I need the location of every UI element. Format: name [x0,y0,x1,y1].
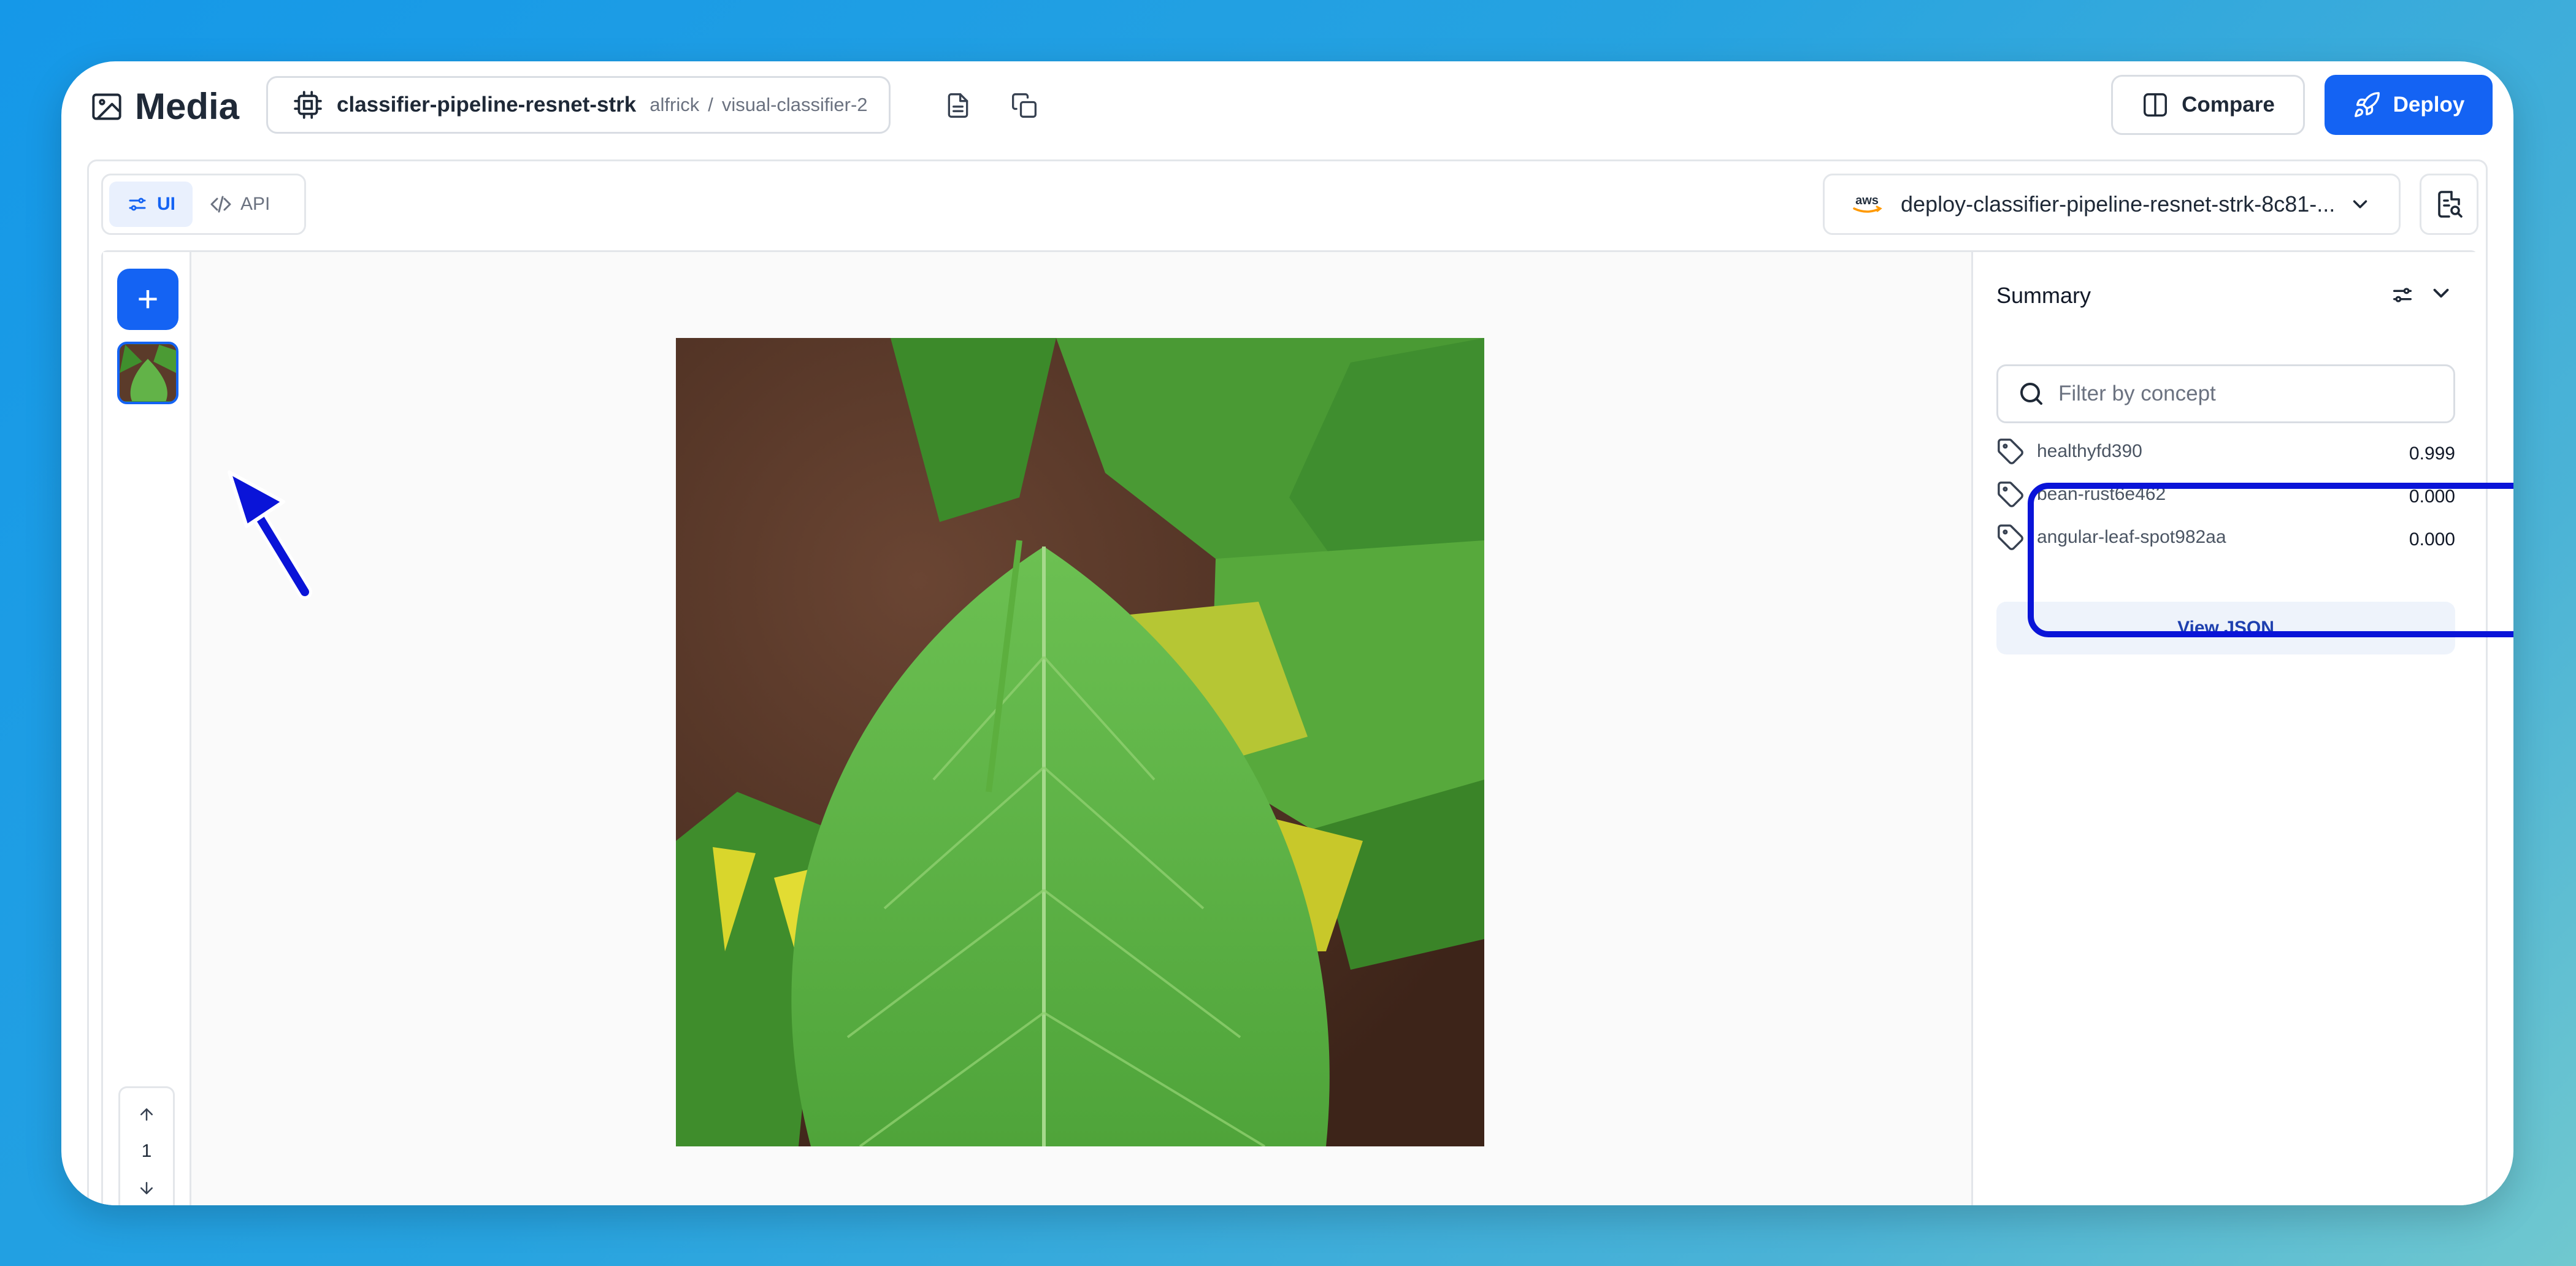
tag-icon [1998,481,2023,507]
aws-logo-icon: aws [1853,194,1882,213]
concept-score: 0.000 [2409,486,2455,507]
path-owner[interactable]: alfrick [650,94,699,115]
file-search-icon [2438,191,2463,218]
document-icon [948,93,968,118]
copy-icon [1012,93,1037,118]
concept-row: healthyfd390 0.999 [1996,430,2455,473]
view-json-button[interactable]: View JSON [1996,602,2455,654]
summary-panel: Summary healthyfd390 0.999 [1971,252,2477,1205]
columns-icon [2144,93,2168,117]
concept-list: healthyfd390 0.999 bean-rust6e462 0.000 … [1996,430,2455,559]
deployment-dropdown[interactable]: aws deploy-classifier-pipeline-resnet-st… [1823,174,2401,235]
filter-concept-input[interactable] [2057,381,2440,407]
tag-icon [1998,439,2023,464]
summary-title: Summary [1996,283,2091,308]
search-icon [2020,383,2042,405]
concept-row: bean-rust6e462 0.000 [1996,473,2455,516]
arrow-up-icon[interactable] [137,1105,156,1124]
document-button[interactable] [940,87,976,124]
chevron-down-icon [2353,200,2367,209]
image-canvas [191,252,1971,1205]
workspace-frame: UI API aws deploy-classifier-pipeline-re… [87,159,2488,1205]
concept-name: bean-rust6e462 [2037,484,2166,504]
tab-api[interactable]: API [193,182,287,227]
image-icon [92,93,121,120]
cpu-icon [294,91,322,119]
sliders-icon [129,198,146,211]
tab-api-label: API [240,194,270,214]
tab-ui-label: UI [157,194,175,214]
pipeline-path: alfrick / visual-classifier-2 [650,94,867,116]
aws-badge-text: aws [1855,194,1879,207]
chevron-down-icon[interactable] [2428,280,2454,306]
concept-row: angular-leaf-spot982aa 0.000 [1996,516,2455,559]
concept-score: 0.999 [2409,443,2455,464]
inputs-sidebar: + 1 [103,252,191,1205]
leaf-thumbnail-icon [120,345,176,401]
arrow-down-icon[interactable] [137,1179,156,1197]
rocket-icon [2354,92,2380,117]
pager: 1 [118,1086,175,1205]
settings-sliders-icon[interactable] [2390,283,2415,307]
deploy-label: Deploy [2393,93,2465,117]
pipeline-name: classifier-pipeline-resnet-strk [337,93,637,117]
tag-icon [1998,524,2023,550]
app-window: Media classifier-pipeline-resnet-strk al… [61,61,2513,1205]
pipeline-selector[interactable]: classifier-pipeline-resnet-strk alfrick /… [266,76,891,134]
tab-ui[interactable]: UI [109,182,193,227]
path-app[interactable]: visual-classifier-2 [722,94,868,115]
page-number: 1 [141,1141,152,1161]
deploy-button[interactable]: Deploy [2325,75,2493,135]
page-title: Media [135,86,240,127]
inference-workspace: + 1 Summary Filter by concept healthyfd3… [101,250,2477,1205]
add-input-button[interactable]: + [117,269,178,330]
deployment-name: deploy-classifier-pipeline-resnet-strk-8… [1901,191,2336,217]
leaf-image [676,338,1484,1146]
mode-toggle: UI API [101,174,306,235]
input-thumbnail[interactable] [117,342,178,404]
plus-icon: + [137,278,159,320]
annotation-arrow-icon [228,470,312,599]
compare-button[interactable]: Compare [2111,75,2305,135]
path-separator: / [708,94,713,115]
concept-score: 0.000 [2409,529,2455,550]
concept-name: healthyfd390 [2037,441,2142,461]
report-search-button[interactable] [2420,174,2478,235]
filter-concept-field[interactable] [1996,364,2455,423]
code-icon [210,196,231,213]
copy-button[interactable] [1006,87,1043,124]
concept-name: angular-leaf-spot982aa [2037,527,2226,547]
compare-label: Compare [2182,93,2275,117]
